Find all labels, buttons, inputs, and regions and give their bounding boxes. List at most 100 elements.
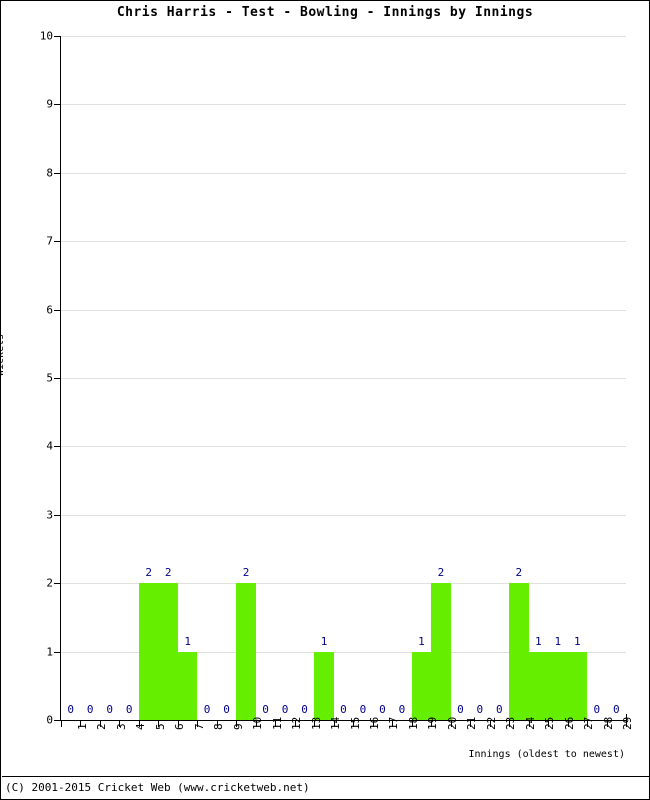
x-tick-label: 26	[562, 716, 576, 730]
x-tick-label: 17	[387, 716, 401, 730]
x-tick-label: 14	[329, 716, 343, 730]
bar: 0	[275, 36, 294, 720]
bar-value-label: 0	[359, 703, 367, 716]
y-tick-mark	[54, 241, 61, 243]
bar: 1	[528, 36, 549, 720]
bar: 2	[158, 36, 178, 720]
bar: 0	[353, 36, 372, 720]
y-tick-mark	[54, 446, 61, 448]
bar-value-label: 0	[86, 703, 94, 716]
bar-value-label: 0	[125, 703, 133, 716]
bar-value-label: 0	[262, 703, 269, 716]
bar: 2	[138, 36, 159, 720]
bar: 2	[431, 36, 451, 720]
bar-rect	[158, 583, 178, 720]
bar: 0	[470, 36, 489, 720]
x-tick-label: 25	[543, 716, 557, 730]
bar-value-label: 1	[554, 634, 562, 648]
bar-value-label: 0	[340, 703, 347, 716]
plot-area: 00002210020001000012000211100	[61, 36, 626, 720]
bar-value-label: 0	[496, 703, 503, 716]
bar: 2	[236, 36, 256, 720]
bar-rect	[138, 583, 159, 720]
bar-value-label: 1	[320, 634, 328, 648]
bar-value-label: 1	[184, 634, 191, 648]
y-tick-label: 5	[46, 371, 53, 385]
x-tick-label: 23	[504, 716, 518, 730]
x-tick-label: 21	[465, 716, 479, 730]
bar-value-label: 0	[593, 703, 601, 716]
bar-rect	[411, 651, 432, 720]
y-tick-mark	[54, 172, 61, 174]
bar: 2	[509, 36, 529, 720]
bar: 0	[100, 36, 119, 720]
y-tick-mark	[54, 720, 61, 721]
bar: 0	[256, 36, 275, 720]
y-tick-label: 6	[46, 303, 53, 317]
bar: 0	[197, 36, 216, 720]
x-axis-line	[60, 720, 627, 721]
footer-divider	[2, 776, 649, 777]
bar-value-label: 0	[612, 703, 620, 716]
y-tick-label: 10	[39, 29, 53, 43]
bar-rect	[548, 651, 568, 720]
y-tick-mark	[54, 514, 61, 516]
bar-value-label: 0	[379, 703, 386, 716]
x-tick-label: 13	[309, 716, 323, 730]
y-tick-label: 9	[46, 97, 53, 111]
bar: 0	[451, 36, 470, 720]
bar-rect	[431, 583, 451, 720]
x-tick-label: 18	[406, 716, 420, 730]
x-tick-label: 12	[290, 716, 304, 730]
bar-value-label: 0	[398, 703, 406, 716]
x-tick-label: 4	[134, 723, 148, 730]
bar-value-label: 0	[476, 703, 484, 716]
y-tick-label: 8	[46, 166, 53, 180]
x-tick-label: 15	[348, 716, 362, 730]
x-tick-label: 10	[251, 716, 265, 730]
x-tick-label: 2	[95, 723, 109, 730]
bar-value-label: 1	[535, 634, 542, 648]
bar-value-label: 1	[418, 634, 425, 648]
y-axis-title: Wickets	[0, 333, 6, 376]
y-tick-label: 2	[46, 576, 53, 590]
x-tick-label: 29	[621, 716, 635, 730]
y-tick-mark	[54, 583, 61, 585]
footer-copyright: (C) 2001-2015 Cricket Web (www.cricketwe…	[5, 781, 310, 794]
bar-value-label: 1	[573, 634, 581, 648]
bar: 0	[217, 36, 236, 720]
y-tick-mark	[54, 104, 61, 106]
x-tick-label: 1	[75, 723, 89, 730]
x-tick-label: 27	[582, 716, 596, 730]
x-axis-title: Innings (oldest to newest)	[468, 749, 625, 760]
x-tick-label: 20	[445, 716, 459, 730]
x-tick-label: 24	[523, 716, 537, 730]
y-tick-mark	[54, 378, 61, 379]
bar: 1	[177, 36, 198, 720]
bar-rect	[236, 583, 256, 720]
bar-rect	[528, 651, 549, 720]
chart-page: Chris Harris - Test - Bowling - Innings …	[0, 0, 650, 800]
bar: 0	[61, 36, 80, 720]
bar: 0	[607, 36, 626, 720]
x-tick-label: 28	[601, 716, 615, 730]
bar: 0	[392, 36, 411, 720]
x-tick-label: 7	[192, 723, 206, 730]
x-tick-label: 11	[270, 716, 284, 730]
x-tick-label: 22	[484, 716, 498, 730]
bar: 0	[334, 36, 353, 720]
bar: 0	[295, 36, 314, 720]
y-tick-label: 4	[46, 439, 53, 453]
y-tick-label: 7	[46, 234, 53, 248]
y-tick-label: 0	[46, 713, 53, 727]
bar-value-label: 2	[437, 566, 445, 580]
bar-value-label: 2	[164, 566, 172, 580]
bar-value-label: 0	[67, 703, 75, 716]
bar: 1	[314, 36, 334, 720]
bar-rect	[177, 651, 198, 720]
bar: 1	[567, 36, 588, 720]
bar: 1	[411, 36, 432, 720]
y-tick-mark	[54, 36, 61, 37]
x-tick-label: 6	[173, 723, 187, 730]
bar-value-label: 0	[106, 703, 113, 716]
